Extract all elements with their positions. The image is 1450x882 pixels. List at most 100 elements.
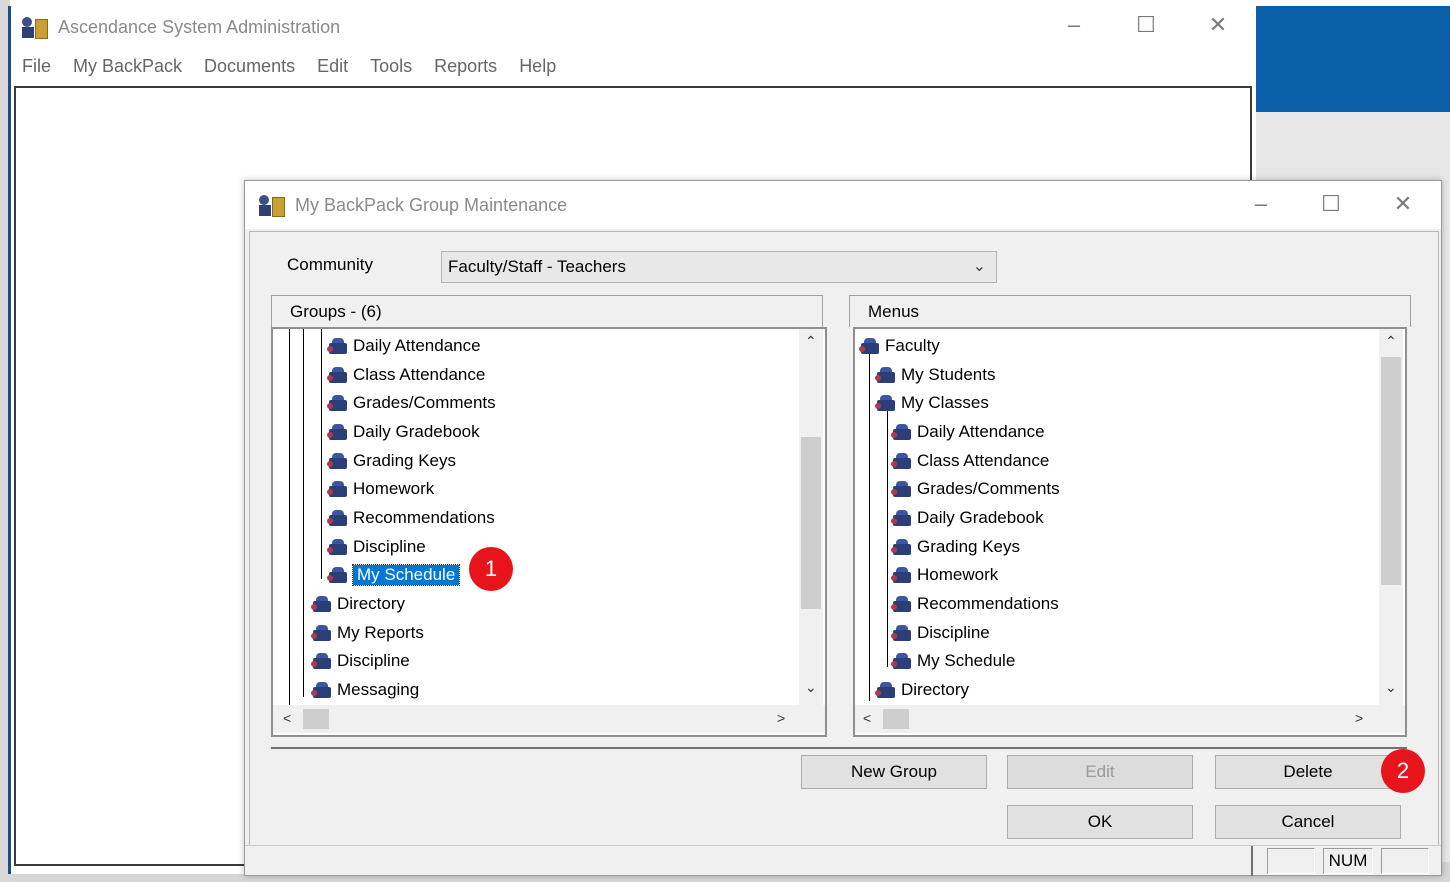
community-select[interactable]: Faculty/Staff - Teachers ⌄ (441, 251, 997, 283)
tree-item[interactable]: Discipline (327, 534, 426, 560)
scroll-right-icon[interactable]: > (777, 710, 785, 726)
tree-item[interactable]: Daily Attendance (891, 419, 1045, 445)
dialog-maximize-button[interactable]: ☐ (1311, 189, 1351, 219)
menu-node-icon (891, 566, 913, 584)
tree-item[interactable]: Homework (891, 562, 998, 588)
menu-node-icon (891, 480, 913, 498)
menus-tree[interactable]: Faculty My Students My Classes Daily Att… (853, 327, 1407, 737)
menu-node-icon (327, 337, 349, 355)
tree-item[interactable]: My Classes (875, 390, 989, 416)
menu-node-icon (327, 538, 349, 556)
groups-horizontal-scrollbar[interactable]: < > (273, 705, 825, 733)
menu-node-icon (311, 681, 333, 699)
tree-item[interactable]: Class Attendance (327, 362, 485, 388)
maximize-button[interactable]: ☐ (1126, 10, 1166, 40)
tree-item-label: My Classes (901, 393, 989, 412)
menu-node-icon (327, 480, 349, 498)
menu-tools[interactable]: Tools (370, 56, 412, 77)
scroll-right-icon[interactable]: > (1355, 710, 1363, 726)
tree-item[interactable]: Faculty (859, 333, 940, 359)
cancel-button[interactable]: Cancel (1215, 805, 1401, 839)
dialog-close-button[interactable]: ✕ (1383, 189, 1423, 219)
tree-item[interactable]: Class Attendance (891, 448, 1049, 474)
tree-item-label: Homework (353, 479, 435, 498)
scroll-thumb[interactable] (883, 709, 909, 729)
tree-item-label: Faculty (885, 336, 940, 355)
tree-item[interactable]: Discipline (311, 648, 410, 674)
menu-my-backpack[interactable]: My BackPack (73, 56, 182, 77)
groups-tree[interactable]: Daily Attendance Class Attendance Grades… (271, 327, 827, 737)
scroll-left-icon[interactable]: < (283, 710, 291, 726)
close-button[interactable]: ✕ (1198, 10, 1238, 40)
dialog-minimize-button[interactable]: – (1241, 189, 1281, 219)
tree-item[interactable]: Messaging (311, 677, 419, 703)
menu-node-icon (311, 624, 333, 642)
menu-reports[interactable]: Reports (434, 56, 497, 77)
tree-item-label: My Reports (337, 623, 424, 642)
tree-item[interactable]: My Students (875, 362, 996, 388)
ok-button[interactable]: OK (1007, 805, 1193, 839)
menu-node-icon (311, 595, 333, 613)
minimize-button[interactable]: – (1054, 10, 1094, 40)
tree-item-label: Messaging (337, 680, 420, 699)
scroll-left-icon[interactable]: < (863, 710, 871, 726)
menus-vertical-scrollbar[interactable]: ⌃ ⌄ (1379, 329, 1403, 705)
tree-item[interactable]: Grades/Comments (327, 390, 496, 416)
scroll-thumb[interactable] (1381, 357, 1401, 585)
scroll-thumb[interactable] (303, 709, 329, 729)
status-divider (1251, 846, 1253, 876)
menu-node-icon (327, 509, 349, 527)
menu-node-icon (891, 595, 913, 613)
new-group-button[interactable]: New Group (801, 755, 987, 789)
menus-horizontal-scrollbar[interactable]: < > (855, 705, 1405, 733)
main-titlebar: Ascendance System Administration (22, 14, 340, 40)
tree-item-label: Recommendations (353, 508, 495, 527)
menu-documents[interactable]: Documents (204, 56, 295, 77)
edit-button[interactable]: Edit (1007, 755, 1193, 789)
tree-item[interactable]: Grading Keys (327, 448, 456, 474)
menu-node-icon (327, 452, 349, 470)
groups-vertical-scrollbar[interactable]: ⌃ ⌄ (799, 329, 823, 705)
tree-item[interactable]: Recommendations (891, 591, 1059, 617)
tree-item-label: My Schedule (917, 651, 1016, 670)
tree-item-label: Daily Attendance (917, 422, 1045, 441)
group-maintenance-dialog: My BackPack Group Maintenance – ☐ ✕ Comm… (244, 180, 1442, 876)
tree-item[interactable]: Homework (327, 476, 434, 502)
tree-item[interactable]: My Schedule (891, 648, 1015, 674)
scroll-down-icon[interactable]: ⌄ (805, 679, 817, 696)
scroll-up-icon[interactable]: ⌃ (805, 333, 817, 350)
tree-item[interactable]: Recommendations (327, 505, 495, 531)
menu-node-icon (327, 423, 349, 441)
tree-item-label: Daily Gradebook (917, 508, 1044, 527)
tree-item[interactable]: Discipline (891, 620, 990, 646)
scroll-down-icon[interactable]: ⌄ (1385, 679, 1397, 696)
menu-bar: File My BackPack Documents Edit Tools Re… (22, 52, 556, 80)
menu-edit[interactable]: Edit (317, 56, 348, 77)
tree-item-label: Daily Gradebook (353, 422, 480, 441)
dialog-title-area: My BackPack Group Maintenance (259, 193, 567, 217)
tree-item[interactable]: Directory (875, 677, 969, 703)
tree-item[interactable]: Grades/Comments (891, 476, 1060, 502)
tree-item[interactable]: Daily Gradebook (891, 505, 1044, 531)
menu-node-icon (891, 423, 913, 441)
tree-item-label: My Schedule (351, 564, 461, 586)
tree-item[interactable]: Directory (311, 591, 405, 617)
delete-button[interactable]: Delete (1215, 755, 1401, 789)
tree-item[interactable]: My Reports (311, 620, 424, 646)
background-window-blue (1256, 6, 1450, 112)
tree-item-label: Grades/Comments (353, 393, 496, 412)
tree-item-label: Directory (901, 680, 970, 699)
tree-item[interactable]: Daily Gradebook (327, 419, 480, 445)
menu-node-icon (891, 624, 913, 642)
scroll-up-icon[interactable]: ⌃ (1385, 333, 1397, 350)
tree-item[interactable]: Daily Attendance (327, 333, 481, 359)
tree-item-selected[interactable]: My Schedule (327, 562, 461, 588)
menus-header: Menus (849, 295, 1411, 327)
menu-file[interactable]: File (22, 56, 51, 77)
tree-item-label: Recommendations (917, 594, 1059, 613)
tree-item-label: Grading Keys (353, 451, 456, 470)
menu-help[interactable]: Help (519, 56, 556, 77)
tree-item-label: Grades/Comments (917, 479, 1060, 498)
scroll-thumb[interactable] (801, 437, 821, 609)
tree-item[interactable]: Grading Keys (891, 534, 1020, 560)
